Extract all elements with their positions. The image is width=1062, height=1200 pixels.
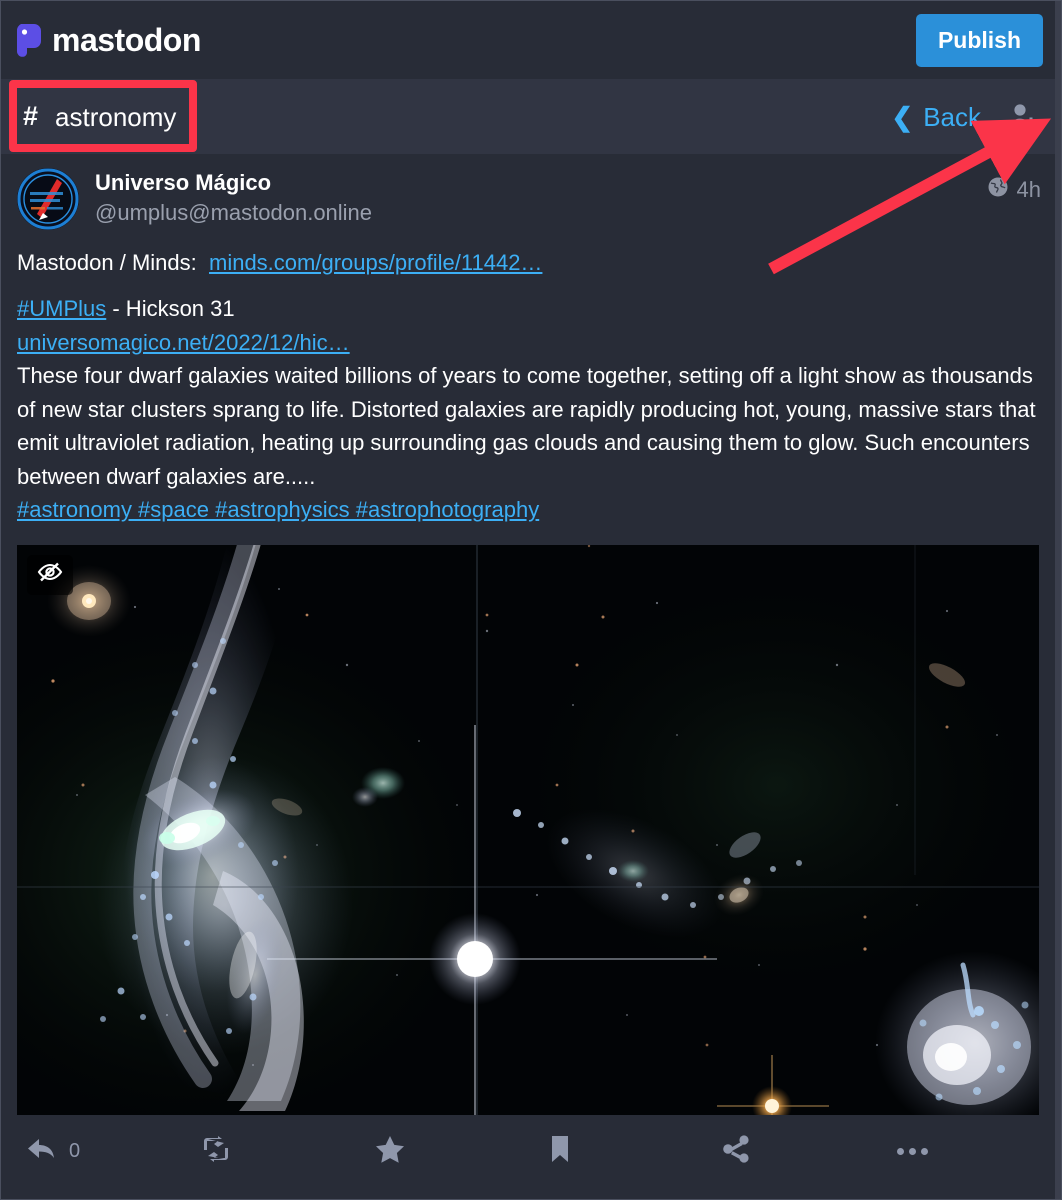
status-post: Universo Mágico @umplus@mastodon.online … xyxy=(1,154,1057,1115)
title-rest: - Hickson 31 xyxy=(106,296,235,322)
post-header: Universo Mágico @umplus@mastodon.online … xyxy=(17,166,1041,230)
author-handle: @umplus@mastodon.online xyxy=(95,199,373,225)
reply-count: 0 xyxy=(69,1139,81,1162)
content-hashtags: #astronomy #space #astrophysics #astroph… xyxy=(17,493,1041,526)
post-timestamp: 4h xyxy=(1016,176,1041,202)
top-bar: mastodon Publish xyxy=(1,1,1057,79)
nav-actions: ❮ Back xyxy=(891,100,1041,134)
back-label: Back xyxy=(923,101,981,132)
post-content: Mastodon / Minds: minds.com/groups/profi… xyxy=(17,246,1041,527)
hashtag-name: astronomy xyxy=(55,101,177,132)
more-button[interactable] xyxy=(883,1147,1057,1155)
back-button[interactable]: ❮ Back xyxy=(891,104,981,130)
star-icon xyxy=(375,1135,405,1168)
scrollbar-gutter[interactable] xyxy=(1055,1,1061,1199)
content-line-source: universomagico.net/2022/12/hic… xyxy=(17,326,1041,359)
minds-profile-link[interactable]: minds.com/groups/profile/11442… xyxy=(209,250,542,275)
reply-icon xyxy=(27,1136,57,1167)
favourite-button[interactable] xyxy=(361,1135,535,1168)
hide-media-button[interactable] xyxy=(27,554,73,595)
chevron-left-icon: ❮ xyxy=(891,101,914,132)
reply-button[interactable]: 0 xyxy=(1,1136,187,1167)
brand-name: mastodon xyxy=(52,22,201,58)
content-line-title: #UMPlus - Hickson 31 xyxy=(17,292,1041,325)
mastodon-app-window: mastodon Publish # astronomy ❮ Back Univ… xyxy=(0,0,1062,1200)
eye-slash-icon xyxy=(36,560,64,589)
galaxy-image xyxy=(17,544,1039,1115)
hash-symbol-icon: # xyxy=(23,101,39,131)
post-media[interactable] xyxy=(17,544,1039,1115)
boost-icon xyxy=(201,1135,231,1167)
content-line-intro: Mastodon / Minds: minds.com/groups/profi… xyxy=(17,246,1041,279)
source-link[interactable]: universomagico.net/2022/12/hic… xyxy=(17,330,350,355)
hashtag-umplus-link[interactable]: #UMPlus xyxy=(17,296,106,321)
avatar[interactable] xyxy=(17,168,79,230)
globe-icon xyxy=(987,176,1009,203)
publish-button[interactable]: Publish xyxy=(915,13,1043,67)
boost-button[interactable] xyxy=(187,1135,361,1167)
share-button[interactable] xyxy=(709,1134,883,1168)
author-display-name: Universo Mágico xyxy=(95,170,272,195)
share-icon xyxy=(723,1134,751,1168)
person-add-icon[interactable] xyxy=(1007,100,1041,134)
intro-label: Mastodon / Minds: xyxy=(17,250,197,275)
author-names: Universo Mágico @umplus@mastodon.online xyxy=(95,166,372,228)
hashtag-title: # astronomy xyxy=(23,103,176,130)
brand-logo[interactable]: mastodon xyxy=(11,20,201,60)
hashtag-list-link[interactable]: #astronomy #space #astrophysics #astroph… xyxy=(17,497,539,522)
post-action-bar: 0 xyxy=(1,1119,1057,1183)
bookmark-icon xyxy=(549,1135,571,1168)
bookmark-button[interactable] xyxy=(535,1135,709,1168)
ellipsis-icon xyxy=(897,1147,928,1155)
mastodon-logo-icon xyxy=(11,20,51,60)
hashtag-nav-bar: # astronomy ❮ Back xyxy=(1,79,1057,154)
content-paragraph: These four dwarf galaxies waited billion… xyxy=(17,363,1036,489)
post-meta: 4h xyxy=(987,176,1041,203)
